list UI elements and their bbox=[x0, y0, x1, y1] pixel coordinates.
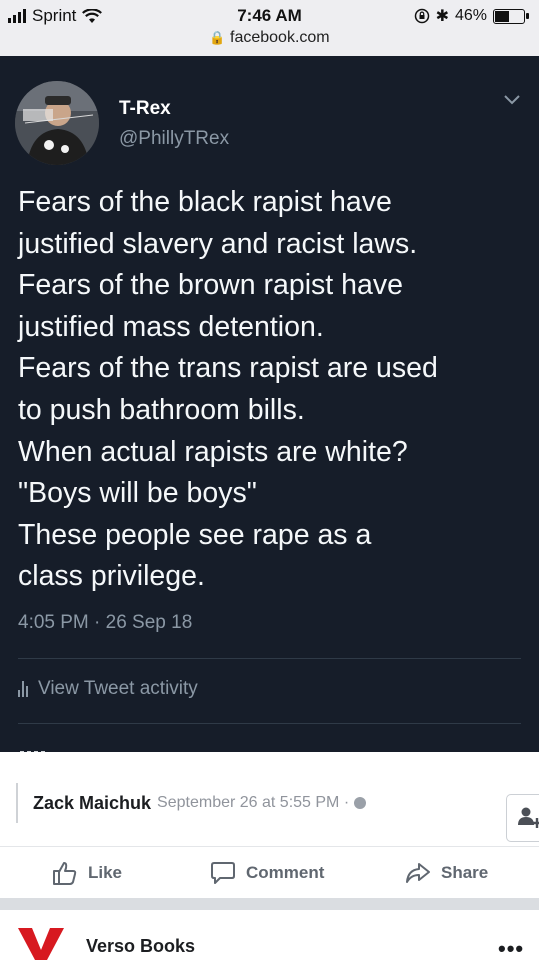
add-friend-icon bbox=[518, 807, 539, 828]
tweet-line: "Boys will be boys" bbox=[18, 477, 257, 510]
tweet-line: justified mass detention. bbox=[18, 310, 324, 343]
chevron-down-icon[interactable] bbox=[503, 94, 521, 106]
divider bbox=[18, 658, 521, 659]
avatar[interactable] bbox=[15, 81, 99, 165]
tweet-handle[interactable]: @PhillyTRex bbox=[119, 128, 229, 150]
tweet-line: class privilege. bbox=[18, 560, 205, 593]
tweet-line: to push bathroom bills. bbox=[18, 393, 305, 426]
thumbs-up-icon bbox=[53, 862, 77, 885]
tweet-activity-link[interactable]: View Tweet activity bbox=[18, 678, 198, 700]
analytics-icon bbox=[18, 681, 28, 697]
tweet-line: Fears of the black rapist have bbox=[18, 186, 392, 218]
tweet-line: Fears of the brown rapist have bbox=[18, 269, 403, 302]
tweet-line: These people see rape as a bbox=[18, 518, 372, 551]
feed-separator bbox=[0, 898, 539, 910]
status-bar: Sprint 7:46 AM ✱ 46% 🔒 facebook.com bbox=[0, 0, 539, 56]
tweet-card: T-Rex @PhillyTRex Fears of the black rap… bbox=[0, 56, 539, 752]
comment-button[interactable]: Comment bbox=[210, 847, 324, 899]
status-icons: ✱ 46% bbox=[414, 6, 529, 26]
more-options-icon[interactable]: ••• bbox=[498, 936, 524, 962]
url-bar[interactable]: 🔒 facebook.com bbox=[0, 29, 539, 47]
tweet-timestamp: 4:05 PM · 26 Sep 18 bbox=[18, 612, 193, 633]
globe-icon bbox=[354, 797, 367, 809]
comment-icon bbox=[211, 862, 235, 884]
post-attribution: Zack Maichuk September 26 at 5:55 PM · bbox=[16, 783, 367, 823]
next-post-author[interactable]: Verso Books bbox=[86, 936, 195, 957]
tweet-line: When actual rapists are white? bbox=[18, 435, 408, 468]
tweet-activity-label: View Tweet activity bbox=[38, 678, 198, 699]
next-post-header: Verso Books ••• bbox=[0, 910, 539, 962]
attribution-date[interactable]: September 26 at 5:55 PM · bbox=[157, 794, 349, 812]
add-friend-button[interactable] bbox=[506, 794, 539, 842]
tweet-line: justified slavery and racist laws. bbox=[18, 227, 418, 260]
url-text: facebook.com bbox=[230, 29, 330, 46]
attribution-author[interactable]: Zack Maichuk bbox=[33, 793, 151, 814]
bluetooth-icon: ✱ bbox=[435, 8, 449, 25]
verso-logo[interactable] bbox=[18, 928, 64, 960]
tweet-text: Fears of the black rapist have justified… bbox=[18, 182, 528, 598]
battery-percent: 46% bbox=[454, 7, 487, 24]
like-button[interactable]: Like bbox=[52, 847, 122, 899]
likes-count-cropped bbox=[20, 746, 80, 752]
share-icon bbox=[406, 863, 430, 883]
divider bbox=[18, 723, 521, 724]
tweet-line: Fears of the trans rapist are used bbox=[18, 352, 438, 385]
like-label: Like bbox=[88, 863, 123, 882]
tweet-display-name[interactable]: T-Rex bbox=[119, 98, 171, 120]
orientation-lock-icon bbox=[414, 8, 429, 24]
share-label: Share bbox=[441, 863, 489, 882]
battery-icon bbox=[493, 8, 529, 24]
post-actions: Like Comment Share bbox=[0, 846, 539, 899]
lock-icon: 🔒 bbox=[209, 30, 226, 45]
comment-label: Comment bbox=[246, 863, 325, 882]
share-button[interactable]: Share bbox=[405, 847, 488, 899]
